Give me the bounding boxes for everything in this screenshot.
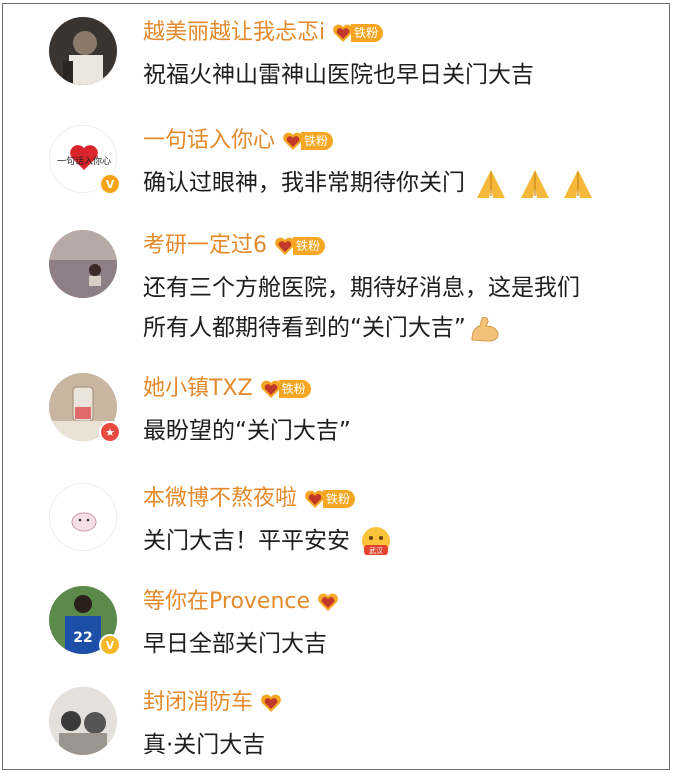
avatar[interactable] (49, 230, 117, 298)
comment-text: 最盼望的“关门大吉” (143, 418, 351, 444)
comment-text: 关门大吉！平平安安 武汉 (143, 521, 673, 561)
comment-panel: 越美丽越让我忐忑i 铁粉 祝福火神山雷神山医院也早日关门大吉 一句话入你心 V … (2, 3, 670, 770)
avatar[interactable] (49, 687, 117, 755)
comment-text: 早日全部关门大吉 (143, 631, 327, 657)
avatar[interactable] (49, 483, 117, 551)
pray-emoji (563, 169, 592, 198)
username[interactable]: 考研一定过6 铁粉 (143, 230, 326, 262)
pray-emoji (477, 169, 506, 198)
verified-badge: V (99, 634, 121, 656)
comment-text: 还有三个方舱医院，期待好消息，这是我们 所有人都期待看到的“关门大吉” (143, 268, 673, 348)
verified-badge: V (99, 173, 121, 195)
jersey-number: 22 (73, 630, 92, 646)
username[interactable]: 她小镇TXZ 铁粉 (143, 373, 311, 405)
fan-badge[interactable] (259, 692, 283, 714)
muscle-emoji (471, 316, 499, 342)
username[interactable]: 本微博不熬夜啦 铁粉 (143, 483, 356, 515)
fan-badge[interactable]: 铁粉 (273, 235, 326, 257)
heart-icon (275, 237, 295, 255)
heart-icon (283, 132, 303, 150)
wuhan-jiayou-emoji: 武汉 (362, 526, 391, 555)
avatar-text: 一句话入你心 (57, 155, 111, 167)
heart-icon (333, 24, 354, 42)
fan-badge[interactable] (316, 591, 340, 613)
username[interactable]: 封闭消防车 (143, 687, 283, 719)
star-badge-icon: ★ (99, 421, 121, 443)
heart-icon (260, 380, 281, 398)
heart-icon (318, 593, 338, 611)
pray-emoji (520, 169, 549, 198)
fan-badge[interactable]: 铁粉 (281, 130, 334, 152)
username[interactable]: 越美丽越让我忐忑i 铁粉 (143, 17, 384, 49)
comment-text: 祝福火神山雷神山医院也早日关门大吉 (143, 62, 534, 88)
username[interactable]: 等你在Provence (143, 586, 340, 618)
heart-icon (261, 694, 281, 712)
comment-text: 确认过眼神，我非常期待你关门 (143, 163, 673, 203)
comment-text: 真·关门大吉 (143, 732, 266, 758)
fan-badge[interactable]: 铁粉 (259, 378, 311, 400)
svg-text:武汉: 武汉 (369, 546, 383, 555)
username[interactable]: 一句话入你心 铁粉 (143, 125, 334, 157)
heart-icon (305, 490, 325, 508)
fan-badge[interactable]: 铁粉 (303, 488, 356, 510)
fan-badge[interactable]: 铁粉 (331, 22, 384, 44)
avatar[interactable] (49, 17, 117, 85)
